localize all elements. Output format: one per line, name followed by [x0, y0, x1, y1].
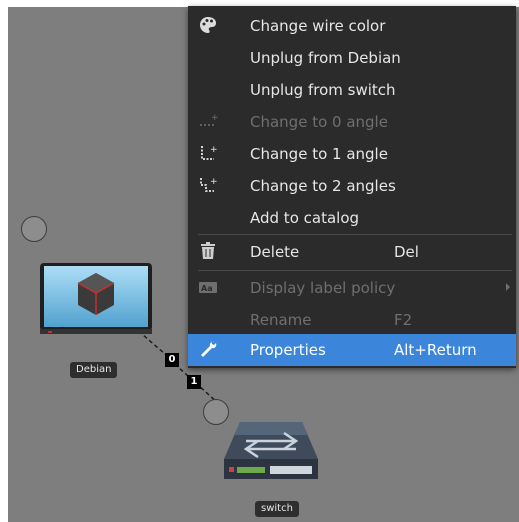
trash-icon: [201, 242, 215, 259]
menu-item-label: Unplug from switch: [250, 81, 396, 99]
port-label-0: 0: [165, 353, 179, 367]
wire-0-angle-icon: +: [200, 113, 218, 126]
menu-item-unplug-debian[interactable]: Unplug from Debian: [188, 42, 516, 74]
menu-separator: [198, 234, 512, 235]
submenu-arrow-icon: [506, 283, 510, 291]
menu-item-change-to-0-angle: + Change to 0 angle: [188, 106, 516, 138]
menu-item-shortcut: Alt+Return: [394, 341, 477, 359]
menu-item-unplug-switch[interactable]: Unplug from switch: [188, 74, 516, 106]
menu-separator: [198, 270, 512, 271]
menu-item-properties[interactable]: Properties Alt+Return: [188, 334, 516, 366]
svg-text:Aa: Aa: [201, 284, 213, 293]
menu-item-display-label-policy: Aa Display label policy: [188, 272, 516, 304]
menu-item-rename: Rename F2: [188, 304, 516, 336]
menu-item-label: Properties: [250, 341, 326, 359]
menu-item-label: Add to catalog: [250, 209, 360, 227]
menu-item-label: Change to 0 angle: [250, 113, 388, 131]
workspace: Debian switch 0 1 Change wire color Unpl…: [0, 0, 519, 522]
menu-item-label: Delete: [250, 243, 300, 261]
context-menu: Change wire color Unplug from Debian Unp…: [188, 6, 516, 368]
menu-item-label: Change to 2 angles: [250, 177, 396, 195]
menu-item-label: Change to 1 angle: [250, 145, 388, 163]
menu-item-change-to-2-angles[interactable]: + Change to 2 angles: [188, 170, 516, 202]
wire-1-angle-icon: +: [201, 145, 218, 160]
menu-item-shortcut: Del: [394, 243, 419, 261]
palette-icon: [200, 17, 216, 33]
menu-item-label: Unplug from Debian: [250, 49, 401, 67]
svg-text:+: +: [210, 145, 218, 155]
menu-item-label: Display label policy: [250, 279, 396, 297]
menu-item-add-to-catalog[interactable]: Add to catalog: [188, 202, 516, 234]
menu-item-label: Change wire color: [250, 17, 386, 35]
menu-item-shortcut: F2: [394, 311, 413, 329]
wire-2-angle-icon: +: [200, 177, 218, 192]
menu-item-change-to-1-angle[interactable]: + Change to 1 angle: [188, 138, 516, 170]
switch-label[interactable]: switch: [255, 501, 299, 517]
menu-item-delete[interactable]: Delete Del: [188, 236, 516, 268]
wrench-icon: [201, 341, 217, 357]
menu-item-label: Rename: [250, 311, 312, 329]
svg-text:+: +: [210, 177, 218, 187]
svg-text:+: +: [211, 113, 218, 123]
port-label-1: 1: [187, 375, 201, 389]
label-policy-icon: Aa: [199, 282, 217, 293]
menu-item-change-wire-color[interactable]: Change wire color: [188, 10, 516, 42]
